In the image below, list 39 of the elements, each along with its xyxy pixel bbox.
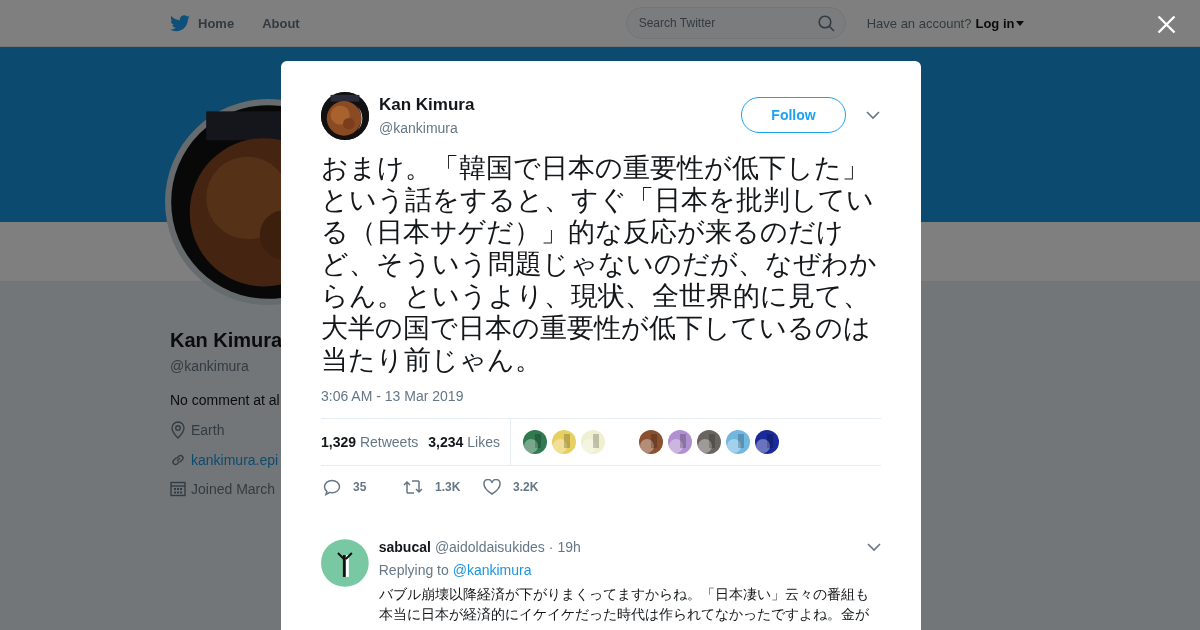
tweet-text: おまけ。「韓国で日本の重要性が低下した」という話をすると、すぐ「日本を批判している（日本サゲだ）」的な反応が来るのだけど、そういう問題じゃないのだが、なぜわからん。というより、現状、全世界的に見て、大半の国で日本の重要性が低下しているのは当たり前じゃん。 <box>321 152 878 376</box>
profile-handle: @kankimura <box>170 358 250 374</box>
nav-link[interactable]: Home <box>170 14 235 32</box>
reply-icon[interactable] <box>323 478 341 496</box>
retweet-icon[interactable] <box>403 479 423 495</box>
profile-name: Kan Kimura <box>170 329 281 352</box>
tweet-stat[interactable]: 1,329 Retweets <box>321 434 419 450</box>
bird-icon <box>170 14 190 32</box>
action-count: 3.2K <box>513 480 539 494</box>
search-field[interactable]: Search Twitter <box>625 7 846 39</box>
location-pin-icon <box>170 421 186 439</box>
link-icon <box>170 452 186 468</box>
tweet-stat[interactable]: 3,234 Likes <box>428 434 500 450</box>
profile-joined: Joined March <box>191 481 276 497</box>
nav-link[interactable]: About <box>262 15 300 31</box>
heart-icon[interactable] <box>483 479 501 495</box>
follow-button[interactable]: Follow <box>741 97 846 133</box>
close-icon[interactable] <box>1157 15 1176 34</box>
search-icon[interactable] <box>817 14 835 32</box>
login-link[interactable]: Log in <box>975 15 1025 31</box>
author-handle[interactable]: @kankimura <box>379 120 741 136</box>
author-name[interactable]: Kan Kimura <box>379 95 741 115</box>
replying-to-text: Replying to @kankimura <box>378 562 533 578</box>
profile-location: Earth <box>191 422 225 438</box>
calendar-icon <box>170 481 186 497</box>
account-prompt: Have an account? <box>866 15 972 31</box>
reply-text: バブル崩壊以降経済が下がりまくってますからね。「日本凄い」云々の番組も本当に日本が経済的にイケイケだった時代は作られてなかったですよね。金が <box>378 585 870 624</box>
reply-author-handle[interactable]: @aidoldaisukides <box>434 539 545 555</box>
profile-bio: No comment at al <box>170 392 281 408</box>
chevron-icon[interactable] <box>866 111 880 120</box>
tweet-timestamp[interactable]: 3:06 AM - 13 Mar 2019 <box>321 388 881 419</box>
action-count: 35 <box>353 480 367 494</box>
reply-author-name[interactable]: sabucal <box>378 539 431 555</box>
reply-time: · 19h <box>548 539 581 555</box>
caret-icon <box>1016 20 1025 26</box>
action-count: 1.3K <box>435 480 461 494</box>
mention-link[interactable]: @kankimura <box>452 562 532 578</box>
search-placeholder: Search Twitter <box>638 16 716 30</box>
chevron-icon[interactable] <box>867 542 881 552</box>
